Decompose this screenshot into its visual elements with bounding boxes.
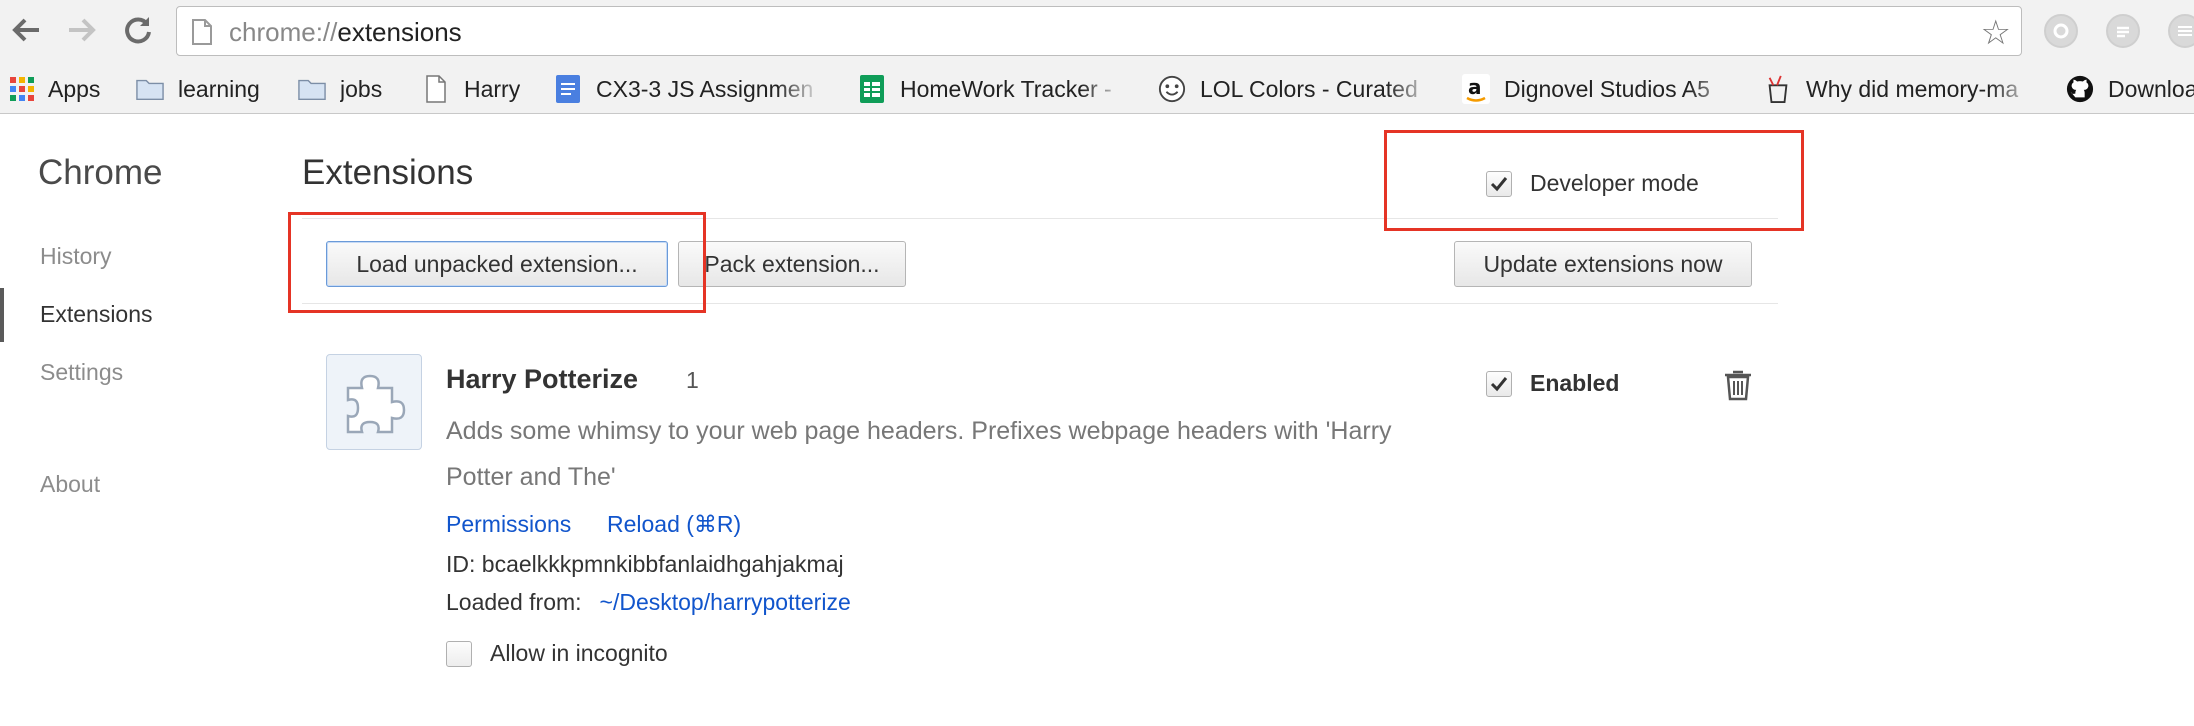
highlight-box-developer-mode xyxy=(1384,130,1804,231)
bookmark-dignovel[interactable]: a Dignovel Studios A5 xyxy=(1462,72,1736,106)
extension-icon xyxy=(326,354,422,450)
remove-extension-button[interactable] xyxy=(1722,368,1754,407)
extension-toolbar-icon[interactable] xyxy=(2044,14,2078,48)
bookmark-lol-colors[interactable]: LOL Colors - Curated xyxy=(1158,72,1434,106)
cs-icon xyxy=(2178,26,2192,36)
enabled-toggle[interactable]: Enabled xyxy=(1486,370,1619,397)
google-docs-icon xyxy=(554,75,582,103)
loaded-from-path-link[interactable]: ~/Desktop/harrypotterize xyxy=(600,589,851,615)
forward-arrow-icon xyxy=(69,18,96,42)
extension-toolbar-icon-3[interactable] xyxy=(2168,14,2194,48)
github-icon xyxy=(2066,75,2094,103)
lol-colors-icon xyxy=(1158,75,1186,103)
apps-grid-icon xyxy=(8,75,36,103)
bookmark-label: HomeWork Tracker - xyxy=(900,75,1112,102)
google-sheets-icon xyxy=(858,75,886,103)
bookmark-label: Apps xyxy=(48,75,101,102)
sidebar-title: Chrome xyxy=(38,153,163,192)
pack-extension-button[interactable]: Pack extension... xyxy=(678,241,906,287)
extension-loaded-from: Loaded from: ~/Desktop/harrypotterize xyxy=(446,589,851,616)
enabled-checkbox[interactable] xyxy=(1486,370,1512,397)
enabled-label: Enabled xyxy=(1530,370,1620,396)
update-extensions-button[interactable]: Update extensions now xyxy=(1454,241,1752,287)
extension-name: Harry Potterize xyxy=(446,364,639,394)
reload-link[interactable]: Reload (⌘R) xyxy=(607,511,741,538)
permissions-link[interactable]: Permissions xyxy=(446,511,571,538)
back-button[interactable] xyxy=(6,10,46,50)
allow-incognito-label: Allow in incognito xyxy=(490,640,668,666)
swirl-icon xyxy=(2053,23,2069,39)
bookmark-label: Dignovel Studios A5 xyxy=(1504,75,1710,102)
checkmark-icon xyxy=(1490,376,1508,391)
url-text: chrome://extensions xyxy=(229,17,462,48)
reload-icon xyxy=(125,17,151,44)
bookmark-download[interactable]: Downloa xyxy=(2066,72,2194,106)
extension-version: 1 xyxy=(686,367,699,393)
extension-description: Adds some whimsy to your web page header… xyxy=(446,417,1392,491)
sidebar-item-history[interactable]: History xyxy=(40,243,112,270)
bookmark-label: CX3-3 JS Assignmen xyxy=(596,75,814,102)
puzzle-piece-icon xyxy=(346,374,406,434)
bookmark-label: learning xyxy=(178,75,260,102)
lines-icon xyxy=(2117,26,2129,38)
bookmark-label: jobs xyxy=(340,75,383,102)
bookmark-label: LOL Colors - Curated xyxy=(1200,75,1418,102)
trash-icon xyxy=(1725,370,1751,401)
folder-icon xyxy=(136,75,164,103)
bookmark-harry[interactable]: Harry xyxy=(422,72,520,106)
folder-icon xyxy=(298,75,326,103)
bookmark-label: Harry xyxy=(464,75,521,102)
loaded-from-label: Loaded from: xyxy=(446,589,582,615)
bookmarks-bar: Apps learning jobs Harry CX3-3 JS Assign… xyxy=(0,64,2194,114)
bookmark-label: Why did memory-ma xyxy=(1806,75,2019,102)
allow-incognito-checkbox[interactable] xyxy=(446,640,472,667)
bookmark-label: Downloa xyxy=(2108,75,2194,102)
bookmark-apps[interactable]: Apps xyxy=(8,72,100,106)
forward-button[interactable] xyxy=(62,10,102,50)
amazon-icon: a xyxy=(1462,74,1490,104)
allow-incognito-option[interactable]: Allow in incognito xyxy=(446,640,668,667)
url-path: extensions xyxy=(337,17,462,47)
address-bar[interactable]: chrome://extensions ☆ xyxy=(176,6,2022,56)
highlight-box-load-unpacked xyxy=(288,212,706,313)
page-icon xyxy=(422,75,450,103)
extension-id: ID: bcaelkkkpmnkibbfanlaidhgahjakmaj xyxy=(446,551,844,577)
bookmark-memory-management[interactable]: Why did memory-ma xyxy=(1764,72,2036,106)
bookmark-homework-tracker[interactable]: HomeWork Tracker - xyxy=(858,72,1126,106)
url-scheme: chrome:// xyxy=(229,17,338,47)
bookmark-star-icon[interactable]: ☆ xyxy=(1981,13,2011,53)
sidebar-item-settings[interactable]: Settings xyxy=(40,359,123,386)
back-arrow-icon xyxy=(12,18,39,42)
bookmark-folder-learning[interactable]: learning xyxy=(136,72,260,106)
page-title: Extensions xyxy=(302,153,474,192)
sidebar-item-extensions[interactable]: Extensions xyxy=(40,301,153,328)
bookmark-folder-jobs[interactable]: jobs xyxy=(298,72,382,106)
svg-text:a: a xyxy=(1468,75,1482,99)
sidebar-item-about[interactable]: About xyxy=(40,471,100,498)
trash-site-icon xyxy=(1764,75,1792,103)
browser-toolbar: chrome://extensions ☆ xyxy=(0,0,2194,64)
page-icon xyxy=(192,19,212,45)
sidebar-active-indicator xyxy=(0,288,4,342)
extension-toolbar-icon-2[interactable] xyxy=(2106,14,2140,48)
reload-button[interactable] xyxy=(118,10,158,50)
bookmark-cx3-assignment[interactable]: CX3-3 JS Assignmen xyxy=(554,72,822,106)
